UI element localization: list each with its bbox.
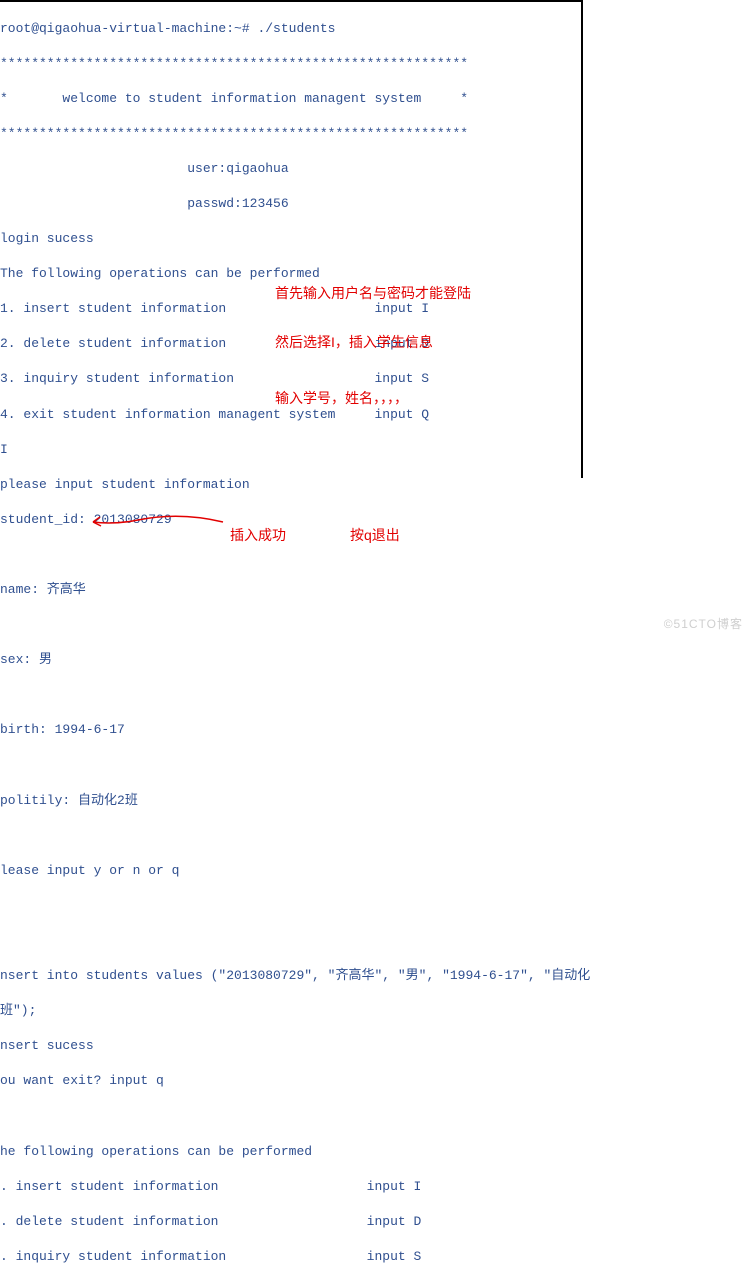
annotation-login: 首先输入用户名与密码才能登陆 xyxy=(275,283,471,303)
annotation-press-q: 按q退出 xyxy=(350,525,400,545)
menu-option-inquiry: . inquiry student information input S xyxy=(0,1248,751,1266)
menu-option-insert: . insert student information input I xyxy=(0,1178,751,1196)
password-line: passwd:123456 xyxy=(0,195,751,213)
operations-header: The following operations can be performe… xyxy=(0,265,751,283)
annotation-insert-success: 插入成功 xyxy=(230,525,286,545)
blank-line xyxy=(0,1107,751,1125)
insert-success: nsert sucess xyxy=(0,1037,751,1055)
menu-option-exit: 4. exit student information managent sys… xyxy=(0,406,751,424)
user-line: user:qigaohua xyxy=(0,160,751,178)
annotation-input-fields: 输入学号，姓名，，，， xyxy=(275,388,408,408)
politily-field: politily: 自动化2班 xyxy=(0,792,751,810)
watermark: ©51CTO博客 xyxy=(664,615,743,632)
birth-field: birth: 1994-6-17 xyxy=(0,721,751,739)
sql-insert-line2: 班"); xyxy=(0,1002,751,1020)
menu-option-inquiry: 3. inquiry student information input S xyxy=(0,370,751,388)
blank-line xyxy=(0,686,751,704)
sex-field: sex: 男 xyxy=(0,651,751,669)
ynq-prompt: lease input y or n or q xyxy=(0,862,751,880)
blank-line xyxy=(0,827,751,845)
login-status: login sucess xyxy=(0,230,751,248)
blank-line xyxy=(0,757,751,775)
welcome-banner: * welcome to student information managen… xyxy=(0,90,751,108)
input-prompt: please input student information xyxy=(0,476,751,494)
user-choice: I xyxy=(0,441,751,459)
divider-stars: ****************************************… xyxy=(0,55,751,73)
shell-prompt: root@qigaohua-virtual-machine:~# ./stude… xyxy=(0,20,751,38)
terminal-output: root@qigaohua-virtual-machine:~# ./stude… xyxy=(0,0,751,1276)
sql-insert-line1: nsert into students values ("2013080729"… xyxy=(0,967,751,985)
divider-stars: ****************************************… xyxy=(0,125,751,143)
exit-prompt: ou want exit? input q xyxy=(0,1072,751,1090)
blank-line xyxy=(0,932,751,950)
name-field: name: 齐高华 xyxy=(0,581,751,599)
blank-line xyxy=(0,897,751,915)
menu-option-delete: . delete student information input D xyxy=(0,1213,751,1231)
annotation-select-i: 然后选择I，插入学生信息 xyxy=(275,332,433,352)
blank-line xyxy=(0,616,751,634)
blank-line xyxy=(0,546,751,564)
operations-header: he following operations can be performed xyxy=(0,1143,751,1161)
